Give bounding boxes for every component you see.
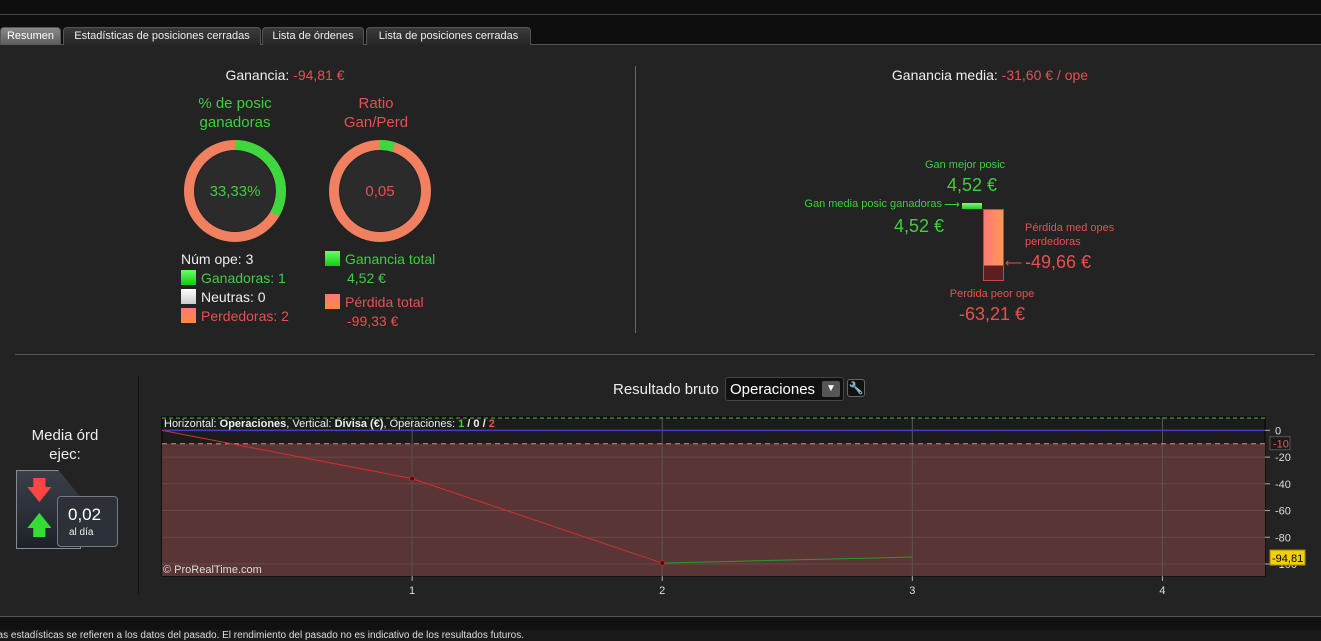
info-losses: 2 [488, 418, 495, 430]
disclaimer: Las estadísticas se refieren a los datos… [0, 630, 1321, 641]
win-pct-value: 33,33% [210, 183, 261, 200]
arrow-right-icon: ⟶ [944, 199, 960, 211]
tab-lista-posiciones[interactable]: Lista de posiciones cerradas [366, 27, 531, 45]
ganancia-heading: Ganancia: -94,81 € [180, 67, 390, 83]
arrow-left-icon: ⟵ [1005, 256, 1023, 270]
divider [635, 66, 636, 333]
avg-loss-label: Pérdida med opes perdedoras [1025, 222, 1115, 248]
avg-win-label: Gan media posic ganadoras [804, 198, 942, 210]
ganancia-total-value: 4,52 € [347, 270, 386, 286]
arrow-up-icon: 🡅 [26, 510, 53, 540]
ref-label: -10 [1273, 439, 1289, 451]
info-v-label: , Vertical: [286, 418, 335, 430]
worst-label: Perdida peor ope [949, 288, 1035, 300]
x-tick-label: 3 [909, 585, 915, 597]
avg-win-value: 4,52 € [893, 216, 944, 236]
x-tick-label: 2 [659, 585, 665, 597]
ratio-donut: 0,05 [329, 140, 431, 242]
last-value-label: -94,81 [1272, 553, 1303, 565]
red-square-icon [181, 308, 196, 323]
neutras: Neutras: 0 [201, 289, 266, 305]
watermark: © ProRealTime.com [163, 564, 262, 576]
red-square-icon [325, 294, 340, 309]
data-point [659, 560, 666, 567]
perdedoras: Perdedoras: 2 [201, 308, 289, 324]
orders-unit: al día [69, 527, 94, 538]
equity-chart: 0-20-40-60-80-1001234-10-94,81 [161, 416, 1306, 597]
info-h-value: Operaciones [219, 418, 287, 430]
ganancia-value: -94,81 € [293, 67, 345, 83]
ganancia-media-heading: Ganancia media: -31,60 € / ope [800, 67, 1180, 83]
info-ops-label: , Operaciones: [383, 418, 459, 430]
y-tick-label: -80 [1275, 532, 1291, 544]
perdida-total-value: -99,33 € [347, 313, 399, 329]
ops-legend: Núm ope: 3 Ganadoras: 1 Neutras: 0 Perde… [181, 250, 289, 326]
footer-bar [0, 616, 1321, 630]
win-pct-donut: 33,33% [184, 140, 286, 242]
y-tick-label: -40 [1275, 479, 1291, 491]
tab-estadisticas[interactable]: Estadísticas de posiciones cerradas [63, 27, 261, 45]
arrow-down-icon: 🡇 [26, 475, 53, 505]
avg-win-bar [962, 203, 982, 209]
avg-loss-bar [983, 209, 1004, 266]
x-axis-select[interactable]: Operaciones ▼ [725, 377, 844, 401]
divider [138, 376, 139, 594]
x-tick-label: 1 [409, 585, 415, 597]
x-tick-label: 4 [1159, 585, 1165, 597]
ganancia-label: Ganancia: [225, 67, 290, 83]
orders-value-box: 0,02 al día [57, 496, 118, 547]
top-bar [0, 0, 1321, 15]
totals-legend: Ganancia total 4,52 € Pérdida total -99,… [325, 250, 435, 331]
orders-value: 0,02 [68, 505, 102, 524]
white-square-icon [181, 289, 196, 304]
ratio-title: Ratio Gan/Perd [343, 95, 409, 131]
info-h-label: Horizontal: [164, 418, 220, 430]
avg-loss-value: -49,66 € [1025, 252, 1092, 272]
green-square-icon [325, 251, 340, 266]
chart-info: Horizontal: Operaciones, Vertical: Divis… [164, 418, 495, 430]
y-tick-label: 0 [1275, 425, 1281, 437]
perdida-total-label: Pérdida total [345, 294, 424, 310]
num-ope: Núm ope: 3 [181, 251, 254, 267]
y-tick-label: -20 [1275, 452, 1291, 464]
best-label: Gan mejor posic [924, 159, 1006, 171]
select-value: Operaciones [730, 381, 816, 398]
loss-zone [162, 443, 1265, 576]
worst-loss-bar [983, 265, 1004, 281]
ganancia-total-label: Ganancia total [345, 251, 436, 267]
ganancia-media-value: -31,60 € / ope [1001, 67, 1089, 83]
win-pct-title: % de posic ganadoras [198, 95, 272, 131]
section-divider [15, 354, 1315, 355]
worst-value: -63,21 € [958, 304, 1026, 324]
wrench-icon[interactable]: 🔧 [847, 379, 865, 397]
tab-bar: Resumen Estadísticas de posiciones cerra… [0, 15, 1321, 45]
data-point [409, 475, 416, 482]
best-value: 4,52 € [946, 175, 998, 195]
ratio-value: 0,05 [365, 183, 394, 200]
orders-title: Media órd ejec: [31, 427, 99, 463]
ganadoras: Ganadoras: 1 [201, 270, 286, 286]
chart-title: Resultado bruto [613, 381, 719, 398]
y-tick-label: -60 [1275, 506, 1291, 518]
tab-lista-ordenes[interactable]: Lista de órdenes [262, 27, 364, 45]
tab-resumen[interactable]: Resumen [0, 27, 61, 45]
green-square-icon [181, 270, 196, 285]
chevron-down-icon: ▼ [822, 381, 840, 397]
info-v-value: Divisa (€) [334, 418, 384, 430]
ganancia-media-label: Ganancia media: [891, 67, 998, 83]
